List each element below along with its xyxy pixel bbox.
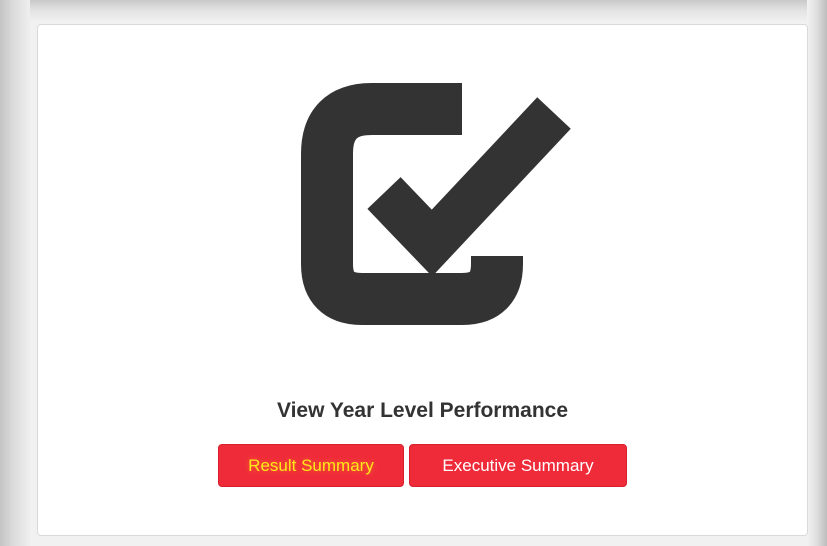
result-summary-button[interactable]: Result Summary (218, 444, 404, 487)
result-summary-label: Result Summary (248, 455, 374, 475)
executive-summary-label: Executive Summary (442, 455, 594, 475)
executive-summary-button[interactable]: Executive Summary (409, 444, 627, 487)
screen-frame: View Year Level Performance Result Summa… (0, 0, 827, 546)
performance-card: View Year Level Performance Result Summa… (37, 24, 808, 536)
card-title: View Year Level Performance (276, 399, 569, 422)
checkbox-check-icon (301, 83, 571, 325)
summary-button-row: Result Summary Executive Summary (38, 444, 807, 487)
